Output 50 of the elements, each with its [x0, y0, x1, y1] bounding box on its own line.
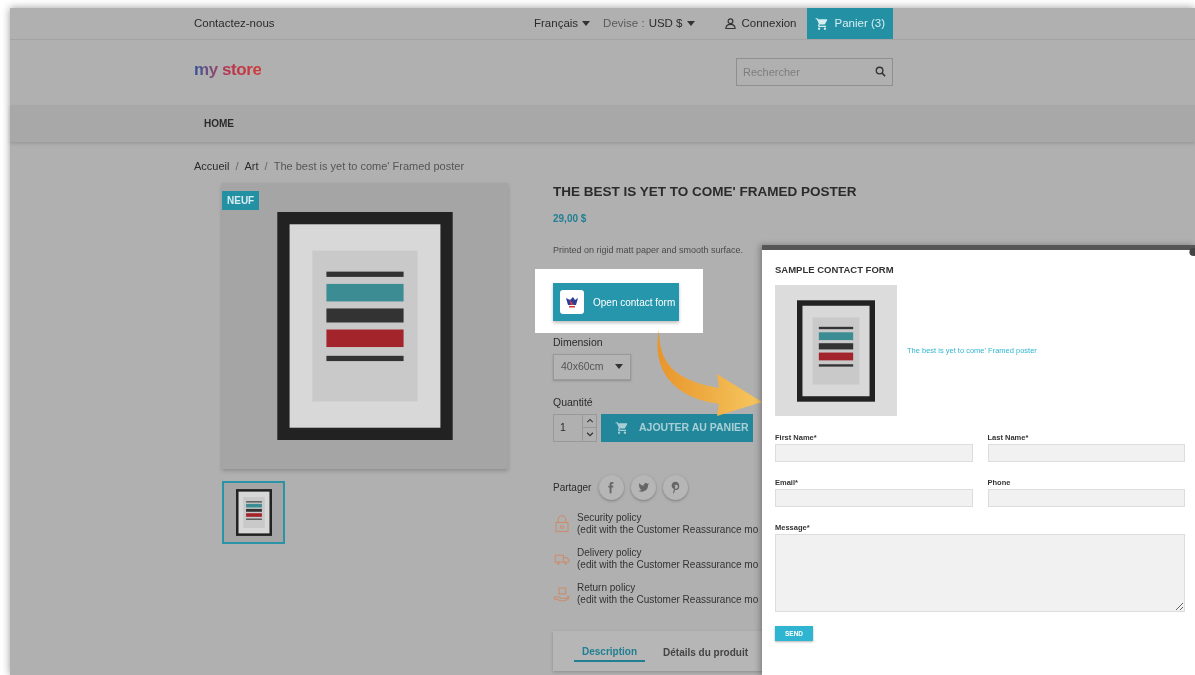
- cart-icon: [615, 420, 629, 435]
- user-icon: [724, 18, 736, 29]
- login-link[interactable]: Connexion: [724, 14, 797, 33]
- caret-icon: [686, 21, 695, 26]
- policy-title: Security policy: [577, 511, 643, 524]
- search-icon: [875, 66, 886, 77]
- input-field[interactable]: [775, 489, 973, 508]
- product-price: 29,00 $: [553, 211, 588, 226]
- input-field[interactable]: [987, 444, 1185, 463]
- thumbnail[interactable]: [222, 480, 285, 544]
- facebook-share-button[interactable]: [599, 474, 625, 500]
- dimension-select[interactable]: 40x60cm: [553, 353, 631, 380]
- tab[interactable]: Détails du produit: [655, 643, 756, 662]
- policy-text: (edit with the Customer Reassurance mo: [577, 558, 759, 571]
- language-dropdown[interactable]: Français: [534, 14, 591, 33]
- caret-icon: [615, 364, 623, 370]
- app-logo-icon: [560, 290, 584, 314]
- product-summary: Printed on rigid matt paper and smooth surface.: [553, 243, 745, 257]
- hand-box-icon: [553, 584, 571, 603]
- cart-button[interactable]: Panier (3): [806, 8, 893, 39]
- close-icon[interactable]: [1187, 247, 1195, 257]
- breadcrumb-separator: /: [235, 159, 239, 174]
- open-contact-form-button[interactable]: Open contact form: [553, 283, 679, 321]
- nav-link[interactable]: HOME: [204, 116, 234, 131]
- policy-title: Return policy: [577, 581, 637, 594]
- policy-text: (edit with the Customer Reassurance mo: [577, 593, 759, 606]
- breadcrumb-current: The best is yet to come' Framed poster: [273, 159, 465, 174]
- twitter-share-button[interactable]: [631, 474, 657, 500]
- contact-link[interactable]: Contactez-nous: [194, 14, 275, 33]
- add-to-cart-button[interactable]: AJOUTER AU PANIER: [601, 413, 753, 442]
- dimension-label: Dimension: [553, 335, 604, 350]
- breadcrumb-link[interactable]: Art: [244, 158, 259, 175]
- padlock-icon: [553, 514, 571, 533]
- input-field[interactable]: [987, 489, 1185, 508]
- input-field[interactable]: [775, 444, 973, 463]
- pinterest-share-button[interactable]: [663, 474, 689, 500]
- currency-dropdown[interactable]: USD $: [648, 14, 695, 33]
- modal-title: SAMPLE CONTACT FORM: [775, 263, 895, 277]
- policy-title: Delivery policy: [577, 546, 643, 559]
- caret-icon: [582, 21, 591, 26]
- quantity-label: Quantité: [553, 394, 594, 410]
- quantity-field[interactable]: 1: [553, 413, 597, 442]
- message-field[interactable]: [775, 534, 1185, 613]
- share-label: Partager: [553, 480, 592, 495]
- policy-text: (edit with the Customer Reassurance mo: [577, 523, 759, 536]
- breadcrumb-separator: /: [264, 159, 268, 174]
- new-badge: NEUF: [222, 190, 260, 210]
- cart-icon: [814, 16, 829, 31]
- breadcrumb-link[interactable]: Accueil: [194, 158, 230, 175]
- currency-label: Devise :: [603, 15, 645, 31]
